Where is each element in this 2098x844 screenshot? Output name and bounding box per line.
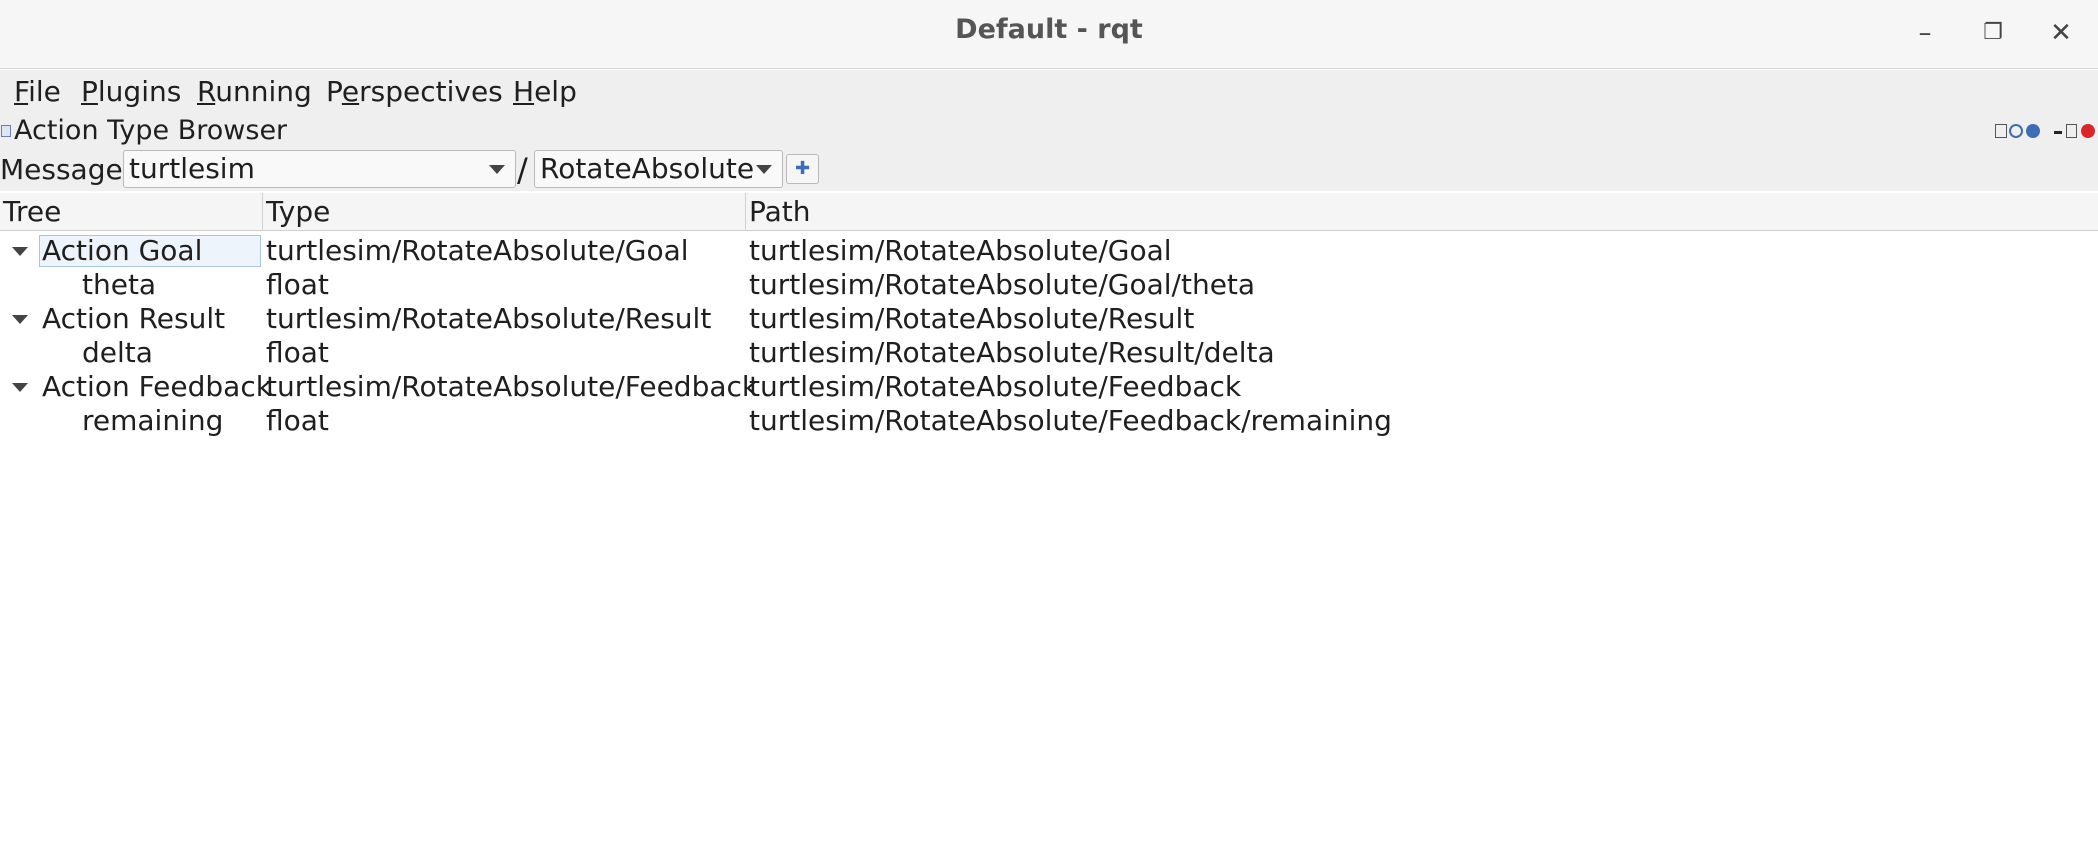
row-path: turtlesim/RotateAbsolute/Feedback/remain… — [749, 404, 1392, 437]
row-type: turtlesim/RotateAbsolute/Result — [266, 302, 712, 335]
tree-header: Tree Type Path — [0, 193, 2098, 231]
package-combobox[interactable]: turtlesim — [123, 150, 516, 188]
undock-icon[interactable] — [2066, 124, 2077, 138]
tree-row-remaining[interactable]: remaining float turtlesim/RotateAbsolute… — [0, 404, 2098, 438]
minimize-button[interactable]: – — [1910, 18, 1940, 48]
package-combobox-value: turtlesim — [129, 152, 255, 185]
menu-plugins-mnemonic: P — [81, 75, 98, 108]
tree-row-action-feedback[interactable]: Action Feedback turtlesim/RotateAbsolute… — [0, 370, 2098, 404]
menu-plugins-label: lugins — [97, 75, 182, 108]
close-plugin-icon[interactable] — [2081, 124, 2095, 138]
maximize-button[interactable]: ❐ — [1978, 18, 2008, 48]
row-type: float — [266, 268, 329, 301]
menu-bar: File Plugins Running Perspectives Help — [0, 70, 2098, 116]
add-button[interactable]: ✚ — [786, 154, 819, 184]
menu-plugins[interactable]: Plugins — [81, 75, 181, 108]
menu-help-mnemonic: H — [513, 75, 535, 108]
chevron-down-icon — [489, 165, 505, 174]
row-name: remaining — [82, 404, 224, 437]
row-name: delta — [82, 336, 153, 369]
menu-running-label: unning — [215, 75, 312, 108]
column-header-path[interactable]: Path — [746, 193, 2098, 230]
menu-perspectives-prefix: P — [326, 75, 342, 108]
configure-icon[interactable] — [1995, 124, 2007, 138]
help-icon[interactable] — [2026, 124, 2040, 138]
row-type: turtlesim/RotateAbsolute/Goal — [266, 234, 689, 267]
row-path: turtlesim/RotateAbsolute/Goal/theta — [749, 268, 1256, 301]
close-window-button[interactable]: ✕ — [2046, 18, 2076, 48]
row-path: turtlesim/RotateAbsolute/Feedback — [749, 370, 1242, 403]
menu-running-mnemonic: R — [197, 75, 216, 108]
window-title: Default - rqt — [955, 14, 1143, 45]
menu-running[interactable]: Running — [197, 75, 312, 108]
row-name: theta — [82, 268, 157, 301]
row-type: float — [266, 404, 329, 437]
message-toolbar: Message: turtlesim / RotateAbsolute ✚ — [0, 147, 2098, 191]
row-name: Action Feedback — [42, 370, 272, 403]
tree-row-theta[interactable]: theta float turtlesim/RotateAbsolute/Goa… — [0, 268, 2098, 302]
chevron-down-icon — [756, 165, 772, 174]
menu-help[interactable]: Help — [513, 75, 577, 108]
column-header-tree[interactable]: Tree — [0, 193, 263, 230]
expand-arrow-icon[interactable] — [12, 315, 28, 324]
row-path: turtlesim/RotateAbsolute/Goal — [749, 234, 1172, 267]
row-path: turtlesim/RotateAbsolute/Result — [749, 302, 1195, 335]
menu-help-label: elp — [534, 75, 577, 108]
expand-arrow-icon[interactable] — [12, 383, 28, 392]
menu-file-mnemonic: F — [14, 75, 29, 108]
plugin-icon — [1, 125, 11, 137]
plugin-title: Action Type Browser — [14, 116, 288, 146]
row-name: Action Goal — [42, 234, 203, 267]
menu-perspectives-label: rspectives — [359, 75, 503, 108]
row-path: turtlesim/RotateAbsolute/Result/delta — [749, 336, 1275, 369]
action-combobox[interactable]: RotateAbsolute — [534, 150, 783, 188]
message-label: Message: — [0, 153, 133, 186]
minimize-plugin-icon[interactable] — [2054, 131, 2062, 134]
reload-icon[interactable] — [2009, 124, 2023, 138]
action-combobox-value: RotateAbsolute — [540, 152, 755, 185]
menu-perspectives[interactable]: Perspectives — [326, 75, 503, 108]
window-titlebar: Default - rqt – ❐ ✕ — [0, 0, 2098, 69]
tree-row-action-goal[interactable]: Action Goal turtlesim/RotateAbsolute/Goa… — [0, 234, 2098, 268]
separator-slash: / — [517, 151, 528, 189]
menu-file[interactable]: File — [14, 75, 61, 108]
action-tree-view[interactable]: Tree Type Path Action Goal turtlesim/Rot… — [0, 193, 2098, 844]
menu-file-label: ile — [28, 75, 61, 108]
tree-row-action-result[interactable]: Action Result turtlesim/RotateAbsolute/R… — [0, 302, 2098, 336]
menu-perspectives-mnemonic: e — [341, 75, 360, 108]
tree-row-delta[interactable]: delta float turtlesim/RotateAbsolute/Res… — [0, 336, 2098, 370]
row-type: float — [266, 336, 329, 369]
plugin-header: Action Type Browser — [0, 116, 2098, 147]
row-type: turtlesim/RotateAbsolute/Feedback — [266, 370, 759, 403]
expand-arrow-icon[interactable] — [12, 247, 28, 256]
column-header-type[interactable]: Type — [263, 193, 746, 230]
row-name: Action Result — [42, 302, 226, 335]
